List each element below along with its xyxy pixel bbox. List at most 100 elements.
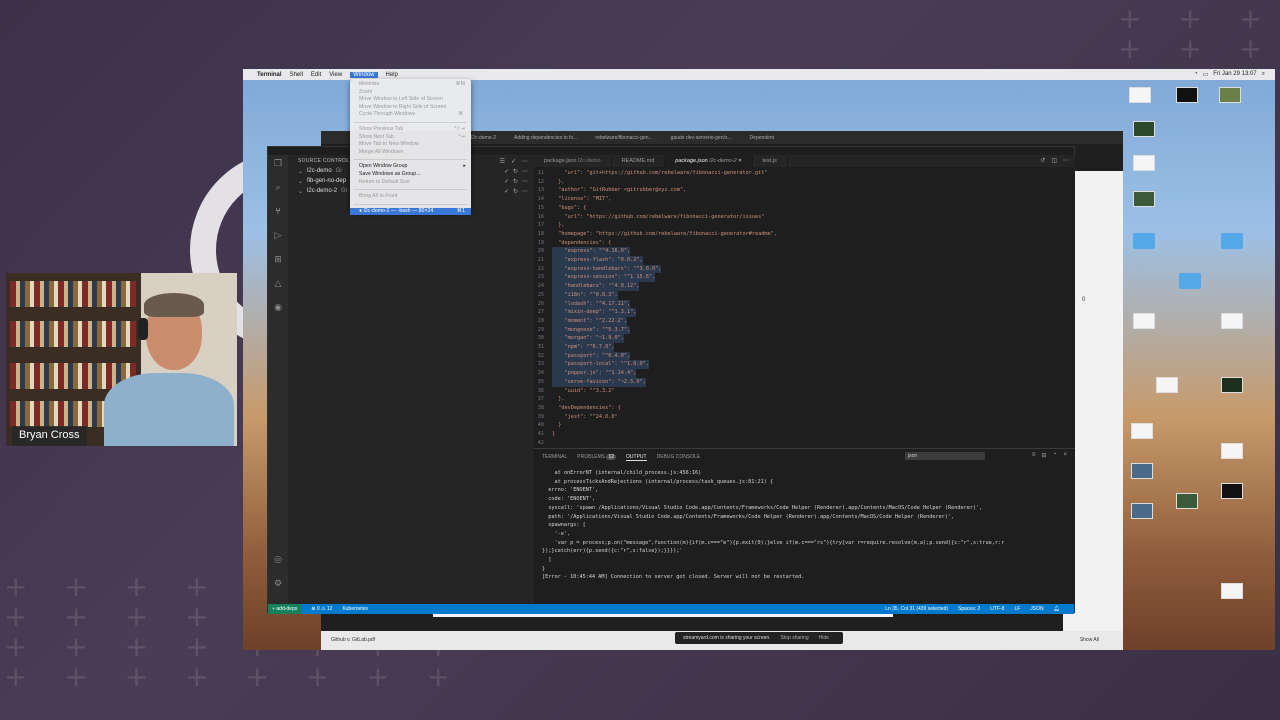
menubar-view[interactable]: View [329, 72, 342, 78]
search-icon[interactable]: ⌕ [273, 183, 283, 193]
commit-icon[interactable]: ✓ [504, 188, 509, 195]
menubar-window[interactable]: Window [350, 71, 378, 78]
window-menu-item[interactable]: Bring All to Front [350, 193, 471, 201]
window-menu-item[interactable]: Open Window Group ▸ [350, 163, 471, 171]
source-control-icon[interactable]: ⑂ [273, 207, 283, 217]
show-all-button[interactable]: Show All [1080, 637, 1099, 643]
search-icon[interactable]: ⌕ [1262, 71, 1265, 78]
remote-icon[interactable]: ◉ [273, 303, 283, 313]
menubar-edit[interactable]: Edit [311, 72, 321, 78]
desktop-file-icon[interactable] [1133, 313, 1155, 329]
window-menu-item[interactable]: Merge All Windows [350, 149, 471, 157]
editor-tab-readme[interactable]: README.md [612, 155, 666, 167]
desktop-file-icon[interactable] [1221, 583, 1243, 599]
refresh-icon[interactable]: ↻ [513, 178, 518, 185]
desktop-file-icon[interactable] [1176, 87, 1198, 103]
window-menu-item[interactable]: Move Tab to New Window [350, 141, 471, 149]
commit-icon[interactable]: ✓ [504, 178, 509, 185]
desktop-file-icon[interactable] [1133, 155, 1155, 171]
folder-icon[interactable] [1133, 233, 1155, 249]
more-actions-icon[interactable]: ⋯ [522, 168, 528, 175]
desktop-file-icon[interactable] [1219, 87, 1241, 103]
browser-tab[interactable]: Dependent [750, 135, 774, 141]
desktop-file-icon[interactable] [1221, 313, 1243, 329]
folder-icon[interactable] [1221, 233, 1243, 249]
desktop-file-icon[interactable] [1156, 377, 1178, 393]
wifi-icon[interactable]: ◔ [1194, 71, 1198, 78]
desktop-file-icon[interactable] [1131, 503, 1153, 519]
more-actions-icon[interactable]: ⋯ [522, 158, 528, 165]
battery-icon[interactable]: ▭ [1203, 71, 1209, 78]
browser-tab[interactable]: l2c-demo-2 [471, 135, 496, 141]
output-log[interactable]: at onErrorNT (internal/child_process.js:… [542, 469, 1067, 582]
panel-tab-terminal[interactable]: TERMINAL [542, 454, 567, 461]
extensions-icon[interactable]: ⊞ [273, 255, 283, 265]
repo-item-l2c-demo-2[interactable]: ⌄ l2c-demo-2 Gi [298, 188, 347, 195]
status-encoding[interactable]: UTF-8 [990, 606, 1004, 612]
split-editor-icon[interactable]: ◫ [1051, 157, 1057, 164]
clear-output-icon[interactable]: ≡ [1032, 452, 1036, 459]
status-kubernetes[interactable]: Kubernetes [342, 606, 368, 612]
window-menu-item[interactable]: Show Previous Tab ^⇧⇥ [350, 126, 471, 134]
bell-icon[interactable]: 🔔︎ [1054, 606, 1060, 612]
more-actions-icon[interactable]: ⋯ [1063, 157, 1069, 164]
repo-item-fib-gen-no-dep[interactable]: ⌄ fib-gen-no-dep [298, 178, 346, 185]
editor-tab-package-json-l2c-demo[interactable]: package.json l2c-demo [534, 155, 612, 167]
folder-icon[interactable] [1179, 273, 1201, 289]
desktop-file-icon[interactable] [1131, 423, 1153, 439]
browser-tab[interactable]: Adding dependencies to fo... [514, 135, 577, 141]
menubar-help[interactable]: Help [386, 72, 398, 78]
output-channel-select[interactable]: json [905, 452, 985, 460]
menubar-shell[interactable]: Shell [290, 72, 303, 78]
run-debug-icon[interactable]: ▷ [273, 231, 283, 241]
panel-tab-debug-console[interactable]: DEBUG CONSOLE [657, 454, 701, 461]
menubar-clock[interactable]: Fri Jan 29 13:07 [1213, 71, 1256, 78]
status-branch[interactable]: ⑂ add-deps [268, 604, 302, 614]
desktop-file-icon[interactable] [1176, 493, 1198, 509]
hide-banner-button[interactable]: Hide [819, 635, 829, 641]
window-menu-item[interactable]: Show Next Tab ^⇥ [350, 134, 471, 142]
gear-icon[interactable]: ⚙ [273, 579, 283, 589]
panel-tab-output[interactable]: OUTPUT [626, 454, 647, 461]
close-icon[interactable]: × [1063, 452, 1067, 459]
open-changes-icon[interactable]: ↺ [1040, 157, 1045, 164]
refresh-icon[interactable]: ↻ [513, 188, 518, 195]
repo-item-l2c-demo[interactable]: ⌄ l2c-demo Gi [298, 168, 342, 175]
desktop-file-icon[interactable] [1133, 191, 1155, 207]
view-as-tree-icon[interactable]: ☰ [500, 158, 505, 165]
window-menu-item[interactable]: Cycle Through Windows ⌘` [350, 111, 471, 119]
commit-icon[interactable]: ✓ [504, 168, 509, 175]
desktop-file-icon[interactable] [1221, 443, 1243, 459]
window-menu-item[interactable]: Return to Default Size [350, 179, 471, 187]
explorer-icon[interactable]: ❐ [273, 159, 283, 169]
editor-tab-package-json-l2c-demo-2[interactable]: package.json l2c-demo-2 × [665, 155, 753, 167]
more-actions-icon[interactable]: ⋯ [522, 188, 528, 195]
window-menu-item[interactable]: Move Window to Right Side of Screen [350, 104, 471, 112]
menubar-app-terminal[interactable]: Terminal [257, 72, 282, 78]
editor-tab-test-js[interactable]: test.js [753, 155, 788, 167]
kubernetes-icon[interactable]: △ [273, 279, 283, 289]
status-eol[interactable]: LF [1014, 606, 1020, 612]
window-menu-item[interactable]: Zoom [350, 89, 471, 97]
window-menu-item[interactable]: Move Window to Left Side of Screen [350, 96, 471, 104]
more-actions-icon[interactable]: ⋯ [522, 178, 528, 185]
desktop-file-icon[interactable] [1221, 483, 1243, 499]
panel-tab-problems[interactable]: PROBLEMS 12 [577, 454, 617, 461]
status-indentation[interactable]: Spaces: 2 [958, 606, 980, 612]
account-icon[interactable]: ◎ [273, 555, 283, 565]
browser-tab[interactable]: rebelware/fibonacci-gen... [595, 135, 652, 141]
status-language[interactable]: JSON [1030, 606, 1043, 612]
stop-sharing-button[interactable]: Stop sharing [781, 635, 809, 641]
refresh-icon[interactable]: ↻ [513, 168, 518, 175]
desktop-file-icon[interactable] [1129, 87, 1151, 103]
lock-icon[interactable]: ⊟ [1041, 452, 1046, 459]
status-cursor-position[interactable]: Ln 35, Col 31 (439 selected) [885, 606, 948, 612]
window-menu-item[interactable]: Save Windows as Group... [350, 171, 471, 179]
window-menu-item[interactable]: Minimize ⌘M [350, 81, 471, 89]
status-problems[interactable]: ⊗ 0 ⚠ 12 [311, 606, 332, 612]
desktop-file-icon[interactable] [1221, 377, 1243, 393]
desktop-file-icon[interactable] [1131, 463, 1153, 479]
window-menu-item[interactable]: ● l2c-demo-2 — -bash — 80×24 ⌘1 [350, 207, 471, 216]
desktop-file-icon[interactable] [1133, 121, 1155, 137]
browser-tab[interactable]: gaude dev-serverio-gen/s... [671, 135, 732, 141]
